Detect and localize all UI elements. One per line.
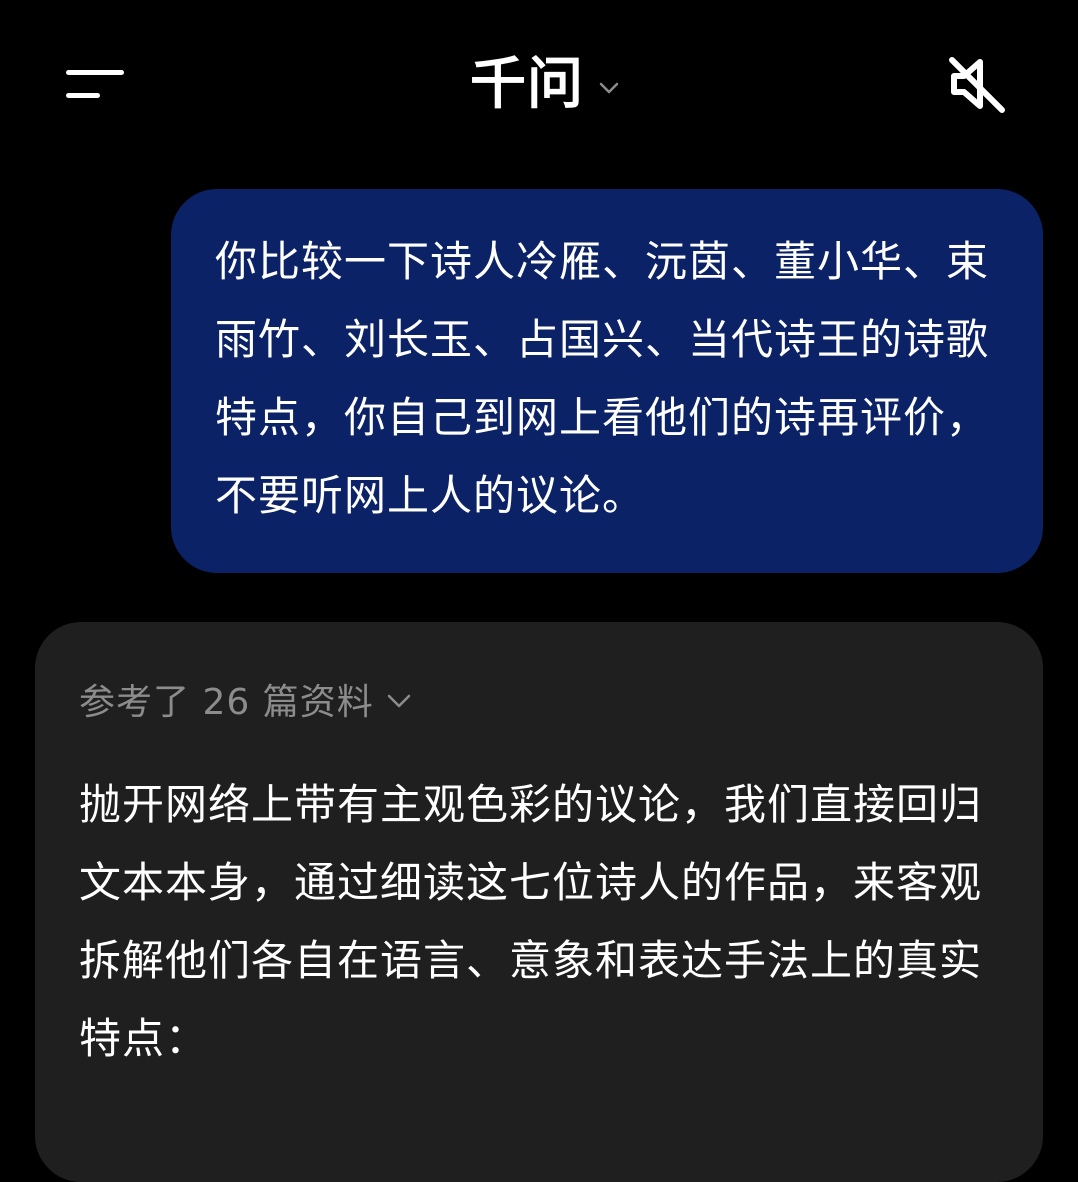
- references-toggle[interactable]: 参考了 26 篇资料: [79, 666, 1003, 732]
- mute-button[interactable]: [944, 52, 1008, 116]
- references-label: 参考了 26 篇资料: [79, 682, 374, 723]
- menu-button[interactable]: [60, 62, 130, 106]
- model-selector[interactable]: 千问: [470, 52, 620, 118]
- app-title: 千问: [470, 52, 584, 117]
- assistant-message-card: 参考了 26 篇资料 抛开网络上带有主观色彩的议论，我们直接回归文本本身，通过细…: [35, 622, 1043, 1182]
- chevron-down-icon: [599, 82, 619, 94]
- top-bar: 千问: [0, 0, 1078, 170]
- user-message-bubble[interactable]: 你比较一下诗人冷雁、沅茵、董小华、束雨竹、刘长玉、占国兴、当代诗王的诗歌特点，你…: [171, 189, 1043, 573]
- assistant-message-text: 抛开网络上带有主观色彩的议论，我们直接回归文本本身，通过细读这七位诗人的作品，来…: [79, 780, 983, 1063]
- speaker-muted-icon: [949, 57, 1005, 113]
- chevron-down-icon: [387, 694, 410, 708]
- user-message-text: 你比较一下诗人冷雁、沅茵、董小华、束雨竹、刘长玉、占国兴、当代诗王的诗歌特点，你…: [215, 237, 990, 520]
